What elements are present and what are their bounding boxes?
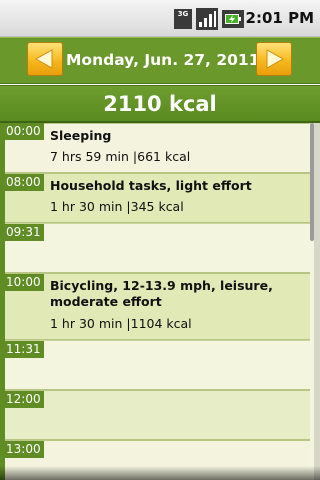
activity-name: Bicycling, 12-13.9 mph, leisure, moderat… (50, 278, 273, 309)
status-bar: 3G 2:01 PM (0, 0, 320, 37)
empty-time-slot[interactable] (5, 223, 310, 273)
total-calories: 2110 kcal (103, 92, 217, 116)
activity-timeline[interactable]: Sleeping 7 hrs 59 min |661 kcal Househol… (0, 123, 320, 480)
activity-duration: 1 hr 30 min (50, 316, 123, 331)
app-screen: 3G 2:01 PM Monday, Jun. 27, 2011 2110 kc… (0, 0, 320, 480)
battery-charging-icon (222, 10, 244, 28)
time-label: 09:31 (4, 224, 44, 241)
time-label: 13:00 (4, 441, 44, 458)
3g-icon: 3G (174, 9, 192, 29)
signal-icon (196, 8, 218, 30)
activity-name: Household tasks, light effort (50, 178, 252, 193)
next-day-button[interactable] (256, 42, 292, 76)
total-calories-bar: 2110 kcal (0, 85, 320, 123)
empty-time-slot[interactable] (5, 340, 310, 390)
scrollbar-track (314, 123, 320, 480)
time-label: 12:00 (4, 391, 44, 408)
bottom-fade (0, 466, 320, 480)
activity-entry[interactable]: Sleeping 7 hrs 59 min |661 kcal (5, 123, 310, 173)
activity-details: 1 hr 30 min |1104 kcal (50, 316, 192, 331)
arrow-right-icon (266, 49, 285, 69)
current-date[interactable]: Monday, Jun. 27, 2011 (66, 37, 260, 84)
time-label: 00:00 (4, 123, 44, 140)
activity-details: 1 hr 30 min |345 kcal (50, 199, 184, 214)
scrollbar-thumb[interactable] (310, 123, 314, 241)
activity-kcal: |661 kcal (132, 149, 191, 164)
activity-duration: 7 hrs 59 min (50, 149, 129, 164)
time-label: 08:00 (4, 174, 44, 191)
activity-kcal: |1104 kcal (126, 316, 192, 331)
activity-name: Sleeping (50, 128, 112, 143)
empty-time-slot[interactable] (5, 390, 310, 440)
time-label: 10:00 (4, 274, 44, 291)
activity-duration: 1 hr 30 min (50, 199, 123, 214)
activity-entry[interactable]: Household tasks, light effort 1 hr 30 mi… (5, 173, 310, 223)
arrow-left-icon (34, 49, 53, 69)
status-time: 2:01 PM (245, 9, 314, 27)
activity-details: 7 hrs 59 min |661 kcal (50, 149, 190, 164)
previous-day-button[interactable] (27, 42, 63, 76)
network-type: 3G (177, 10, 189, 18)
activity-kcal: |345 kcal (126, 199, 184, 214)
date-header: Monday, Jun. 27, 2011 (0, 37, 320, 84)
activity-entry[interactable]: Bicycling, 12-13.9 mph, leisure, moderat… (5, 273, 310, 340)
time-label: 11:31 (4, 341, 44, 358)
